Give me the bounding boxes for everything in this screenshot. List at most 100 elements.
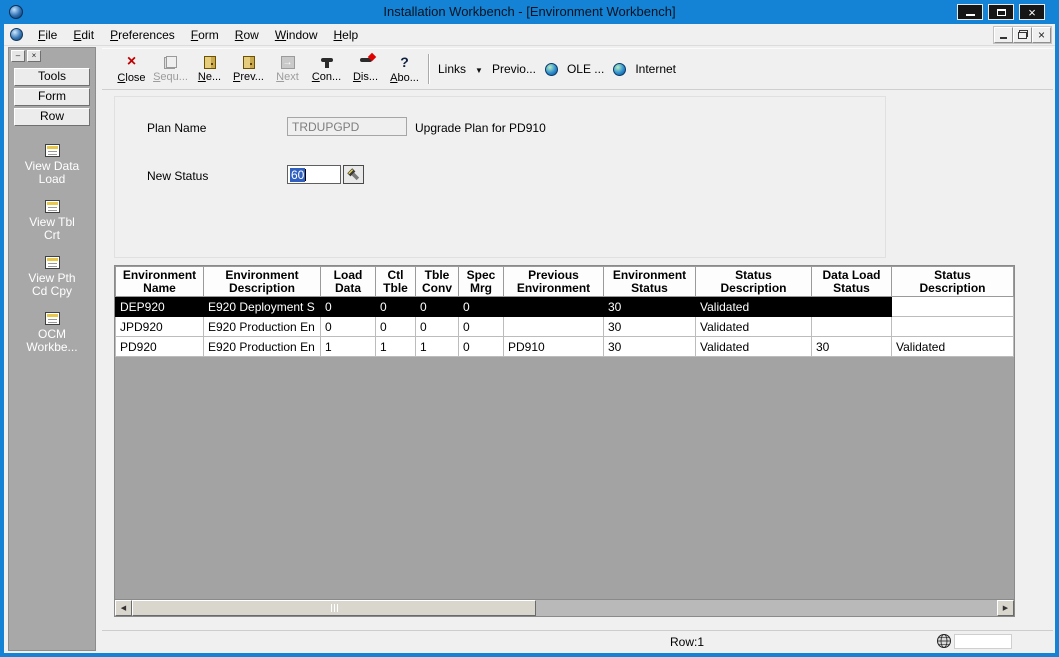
grid-cell[interactable]: Validated xyxy=(892,337,1014,357)
grid-cell[interactable]: 0 xyxy=(376,317,416,337)
grid-cell[interactable] xyxy=(504,317,604,337)
grid-cell[interactable] xyxy=(812,297,892,317)
sidebar-item-view-pth-cd-cpy[interactable]: View Pth Cd Cpy xyxy=(21,256,83,298)
toolbar-button-con[interactable]: Con... xyxy=(307,49,346,89)
grid-cell[interactable]: Validated xyxy=(696,297,812,317)
grid-cell[interactable]: 30 xyxy=(812,337,892,357)
grid-cell[interactable] xyxy=(504,297,604,317)
scroll-left-button[interactable] xyxy=(115,600,132,616)
grid-cell[interactable]: 0 xyxy=(376,297,416,317)
scroll-right-button[interactable] xyxy=(997,600,1014,616)
grid-row[interactable]: DEP920E920 Deployment S000030Validated xyxy=(116,297,1014,317)
maximize-button[interactable] xyxy=(988,4,1014,20)
grid-cell[interactable]: E920 Production En xyxy=(204,317,321,337)
grid-row[interactable]: PD920E920 Production En1110PD91030Valida… xyxy=(116,337,1014,357)
grid-cell[interactable] xyxy=(892,297,1014,317)
grid-cell[interactable]: 0 xyxy=(321,297,376,317)
new-status-label: New Status xyxy=(147,169,208,183)
toolbar-button-dis[interactable]: Dis... xyxy=(346,49,385,89)
grid-row[interactable]: JPD920E920 Production En000030Validated xyxy=(116,317,1014,337)
menu-item-form[interactable]: Form xyxy=(183,25,227,45)
menu-item-row[interactable]: Row xyxy=(227,25,267,45)
close-window-button[interactable] xyxy=(1019,4,1045,20)
sidebar-items: View Data Load View Tbl Crt View Pth Cd Cp… xyxy=(9,136,95,354)
grid-column-header[interactable]: LoadData xyxy=(321,267,376,297)
grid-cell[interactable]: 0 xyxy=(321,317,376,337)
horizontal-scrollbar[interactable] xyxy=(115,599,1014,616)
internet-link[interactable]: Internet xyxy=(635,62,676,76)
grid-cell[interactable]: E920 Deployment S xyxy=(204,297,321,317)
sidebar-tab-form[interactable]: Form xyxy=(14,88,90,106)
mdi-restore-button[interactable] xyxy=(1013,27,1032,43)
grid-cell[interactable]: Validated xyxy=(696,337,812,357)
grid-cell[interactable]: PD920 xyxy=(116,337,204,357)
window-controls xyxy=(957,4,1045,20)
sidebar-tab-row[interactable]: Row xyxy=(14,108,90,126)
sidebar-item-view-tbl-crt[interactable]: View Tbl Crt xyxy=(21,200,83,242)
toolbar-button-ne[interactable]: Ne... xyxy=(190,49,229,89)
grid-cell[interactable]: JPD920 xyxy=(116,317,204,337)
previous-link[interactable]: Previo... xyxy=(492,62,536,76)
sidebar: –× Tools Form Row View Data Load View Tbl C… xyxy=(8,47,96,651)
grid-column-header[interactable]: Data LoadStatus xyxy=(812,267,892,297)
grid-column-header[interactable]: PreviousEnvironment xyxy=(504,267,604,297)
sidebar-item-view-data-load[interactable]: View Data Load xyxy=(21,144,83,186)
grid-cell[interactable]: 1 xyxy=(376,337,416,357)
menu-item-window[interactable]: Window xyxy=(267,25,326,45)
scrollbar-thumb[interactable] xyxy=(132,600,536,616)
grid-cell[interactable]: 0 xyxy=(416,317,459,337)
phone-icon xyxy=(320,56,334,69)
menu-item-file[interactable]: File xyxy=(30,25,65,45)
menubar: FileEditPreferencesFormRowWindowHelp xyxy=(4,24,1055,46)
grid-cell[interactable]: 0 xyxy=(459,297,504,317)
grid-cell[interactable]: 1 xyxy=(416,337,459,357)
grid-cell[interactable]: 0 xyxy=(459,337,504,357)
grid-cell[interactable]: 0 xyxy=(416,297,459,317)
grid-column-header[interactable]: TbleConv xyxy=(416,267,459,297)
grid-cell[interactable]: 30 xyxy=(604,297,696,317)
sidebar-tab-tools[interactable]: Tools xyxy=(14,68,90,86)
sidebar-item-label: View Tbl Crt xyxy=(21,216,83,242)
new-status-input[interactable]: 60 xyxy=(287,165,341,184)
ole-globe-icon xyxy=(545,63,558,76)
mdi-minimize-button[interactable] xyxy=(994,27,1013,43)
text-caret xyxy=(305,169,306,181)
ole-link[interactable]: OLE ... xyxy=(567,62,604,76)
grid-cell[interactable]: PD910 xyxy=(504,337,604,357)
grid-panel: EnvironmentNameEnvironmentDescriptionLoa… xyxy=(114,265,1015,617)
grid-cell[interactable]: Validated xyxy=(696,317,812,337)
grid-cell[interactable]: 0 xyxy=(459,317,504,337)
chevron-down-icon[interactable] xyxy=(475,62,483,76)
sidebar-item-ocm-workbe-[interactable]: OCM Workbe... xyxy=(21,312,83,354)
grid-cell[interactable] xyxy=(812,317,892,337)
sidebar-collapse-button[interactable]: – xyxy=(11,50,25,62)
grid-column-header[interactable]: EnvironmentDescription xyxy=(204,267,321,297)
visual-assist-button[interactable] xyxy=(343,165,364,184)
grid-column-header[interactable]: CtlTble xyxy=(376,267,416,297)
grid-cell[interactable] xyxy=(892,317,1014,337)
grid-column-header[interactable]: SpecMrg xyxy=(459,267,504,297)
grid-column-header[interactable]: EnvironmentName xyxy=(116,267,204,297)
toolbar-button-abo[interactable]: Abo... xyxy=(385,49,424,89)
sidebar-close-button[interactable]: × xyxy=(27,50,41,62)
plan-name-field: TRDUPGPD xyxy=(287,117,407,136)
grid-cell[interactable]: 30 xyxy=(604,317,696,337)
minimize-button[interactable] xyxy=(957,4,983,20)
grid-cell[interactable]: 30 xyxy=(604,337,696,357)
toolbar-button-prev[interactable]: Prev... xyxy=(229,49,268,89)
grid-cell[interactable]: 1 xyxy=(321,337,376,357)
menu-item-edit[interactable]: Edit xyxy=(65,25,102,45)
mdi-close-button[interactable] xyxy=(1032,27,1051,43)
grid-cell[interactable]: DEP920 xyxy=(116,297,204,317)
toolbar-button-close[interactable]: Close xyxy=(112,49,151,89)
grid-column-header[interactable]: EnvironmentStatus xyxy=(604,267,696,297)
menu-item-preferences[interactable]: Preferences xyxy=(102,25,183,45)
links-label[interactable]: Links xyxy=(438,62,466,76)
toolbar-button-sequ: Sequ... xyxy=(151,49,190,89)
menu-item-help[interactable]: Help xyxy=(326,25,367,45)
form-doc-icon xyxy=(45,200,60,213)
toolbar-buttons: CloseSequ...Ne...Prev...NextCon...Dis...… xyxy=(112,49,424,89)
grid-cell[interactable]: E920 Production En xyxy=(204,337,321,357)
grid-column-header[interactable]: StatusDescription xyxy=(892,267,1014,297)
grid-column-header[interactable]: StatusDescription xyxy=(696,267,812,297)
